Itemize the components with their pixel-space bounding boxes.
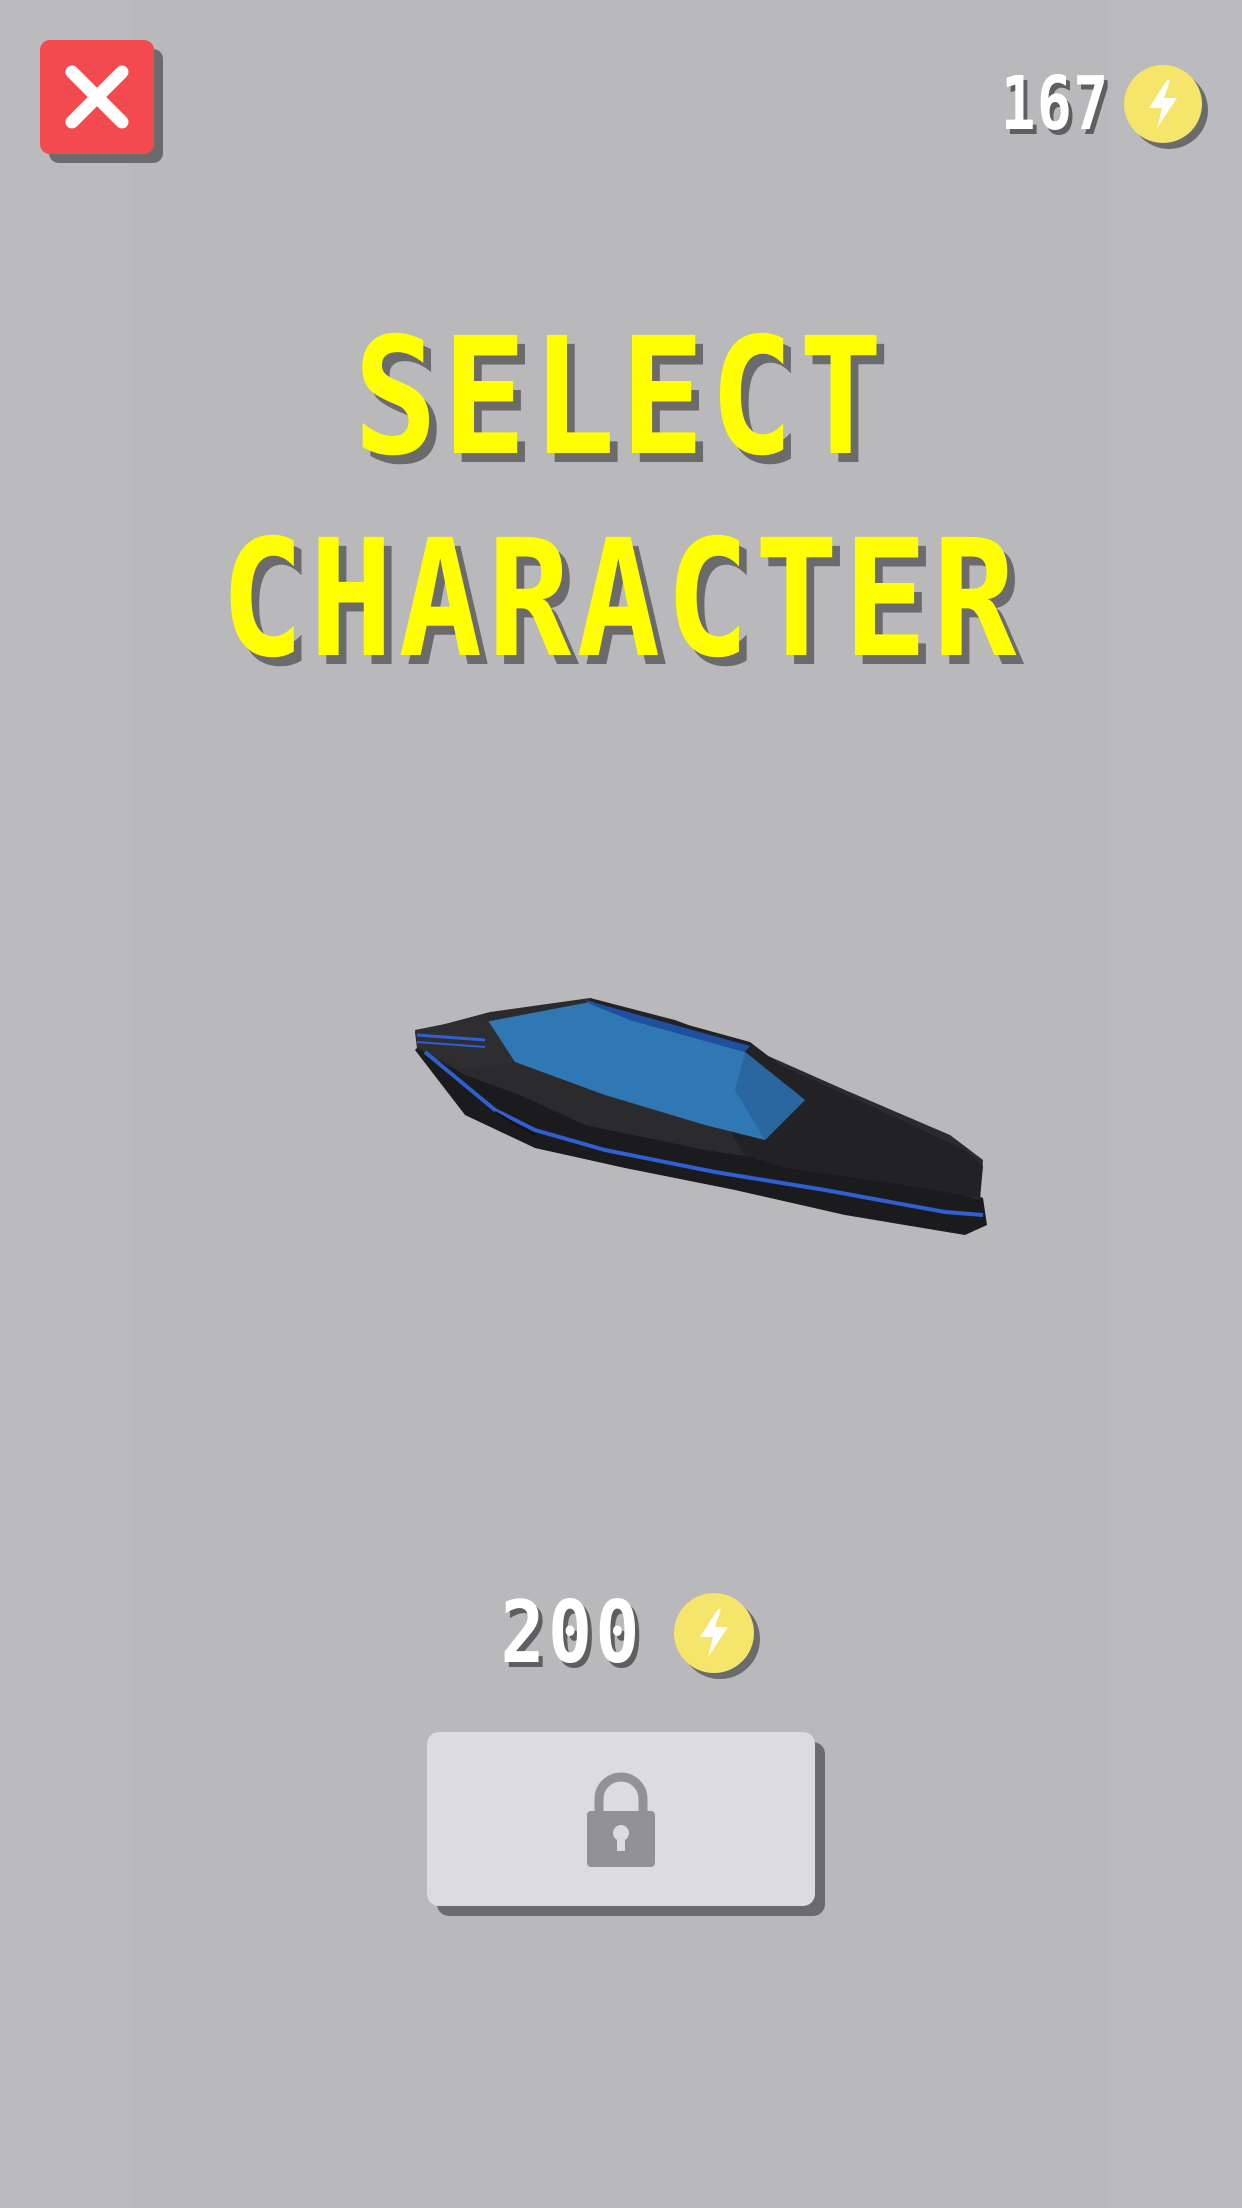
- title-select: SELECT: [353, 304, 889, 492]
- title-character: CHARACTER: [220, 506, 1022, 694]
- unlock-button[interactable]: [427, 1732, 815, 1906]
- lightning-coin-icon: [673, 1593, 754, 1673]
- close-icon: [65, 65, 129, 129]
- lock-icon: [587, 1772, 655, 1867]
- coin-count: 167: [1001, 61, 1110, 147]
- close-button[interactable]: [40, 40, 154, 154]
- coin-counter: 167: [970, 60, 1202, 148]
- price-value: 200: [500, 1583, 644, 1683]
- lightning-coin-icon: [1124, 65, 1202, 143]
- character-price: 200: [0, 1583, 1242, 1683]
- spaceship-character[interactable]: [405, 990, 1005, 1250]
